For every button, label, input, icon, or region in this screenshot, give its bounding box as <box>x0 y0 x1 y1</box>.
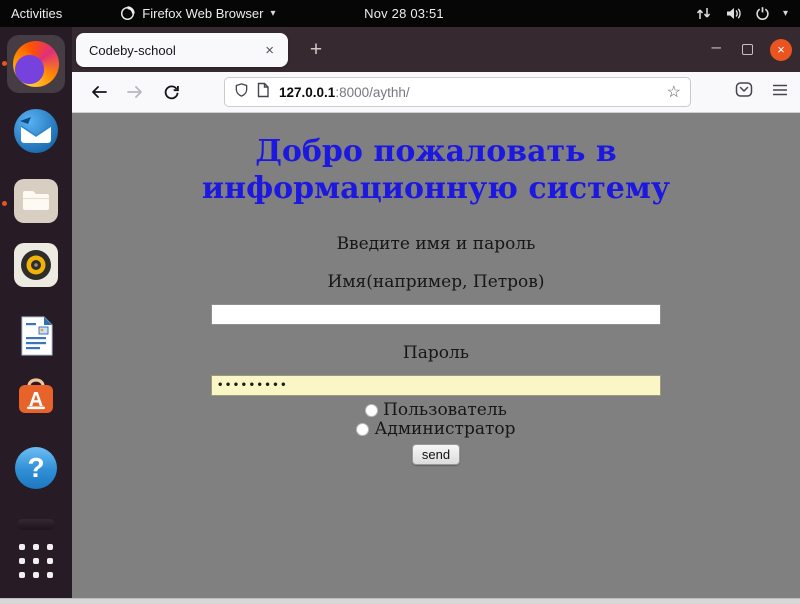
clock[interactable]: Nov 28 03:51 <box>364 6 444 21</box>
dock-item-ubuntu-software[interactable]: A <box>12 376 60 424</box>
new-tab-button[interactable]: + <box>302 36 330 64</box>
admin-radio-label: Администратор <box>374 419 515 439</box>
tab-close-icon[interactable]: × <box>261 41 278 60</box>
page-content: Добро пожаловать в информационную систем… <box>72 113 800 598</box>
system-tray[interactable]: ▾ <box>695 0 800 27</box>
url-path: :8000/aythh/ <box>335 85 409 100</box>
chevron-down-icon: ▾ <box>783 8 788 19</box>
password-label: Пароль <box>72 343 800 363</box>
firefox-window: Codeby-school × + – × <box>72 27 800 598</box>
user-radio[interactable] <box>365 404 378 417</box>
page-info-icon[interactable] <box>256 82 270 103</box>
window-controls: – × <box>708 27 792 72</box>
name-label: Имя(например, Петров) <box>72 272 800 292</box>
firefox-running-dot <box>2 61 7 66</box>
subtitle-text: Введите имя и пароль <box>72 234 800 254</box>
dock-item-rhythmbox[interactable] <box>12 243 60 291</box>
radio-option-user[interactable]: Пользователь <box>72 401 800 420</box>
files-icon <box>13 178 59 229</box>
dock-item-help[interactable]: ? <box>12 446 60 494</box>
reload-button[interactable] <box>158 79 184 105</box>
tab-codeby-school[interactable]: Codeby-school × <box>76 33 288 67</box>
network-icon <box>695 6 712 21</box>
top-bar: Activities Firefox Web Browser ▾ Nov 28 … <box>0 0 800 27</box>
power-icon <box>755 6 770 21</box>
desktop-bottom-edge <box>0 598 800 604</box>
app-menu-button[interactable]: Firefox Web Browser ▾ <box>120 6 275 21</box>
radio-option-admin[interactable]: Администратор <box>72 420 800 439</box>
tab-title: Codeby-school <box>89 43 261 58</box>
tracking-shield-icon[interactable] <box>234 82 249 103</box>
rhythmbox-icon <box>13 242 59 293</box>
dock-item-libreoffice-writer[interactable] <box>12 314 60 362</box>
restore-button[interactable] <box>742 44 753 55</box>
dock-item-files[interactable] <box>12 179 60 227</box>
files-running-dot <box>2 201 7 206</box>
pocket-icon[interactable] <box>735 81 753 103</box>
name-input[interactable] <box>211 304 661 325</box>
firefox-icon <box>13 41 59 87</box>
minimize-button[interactable]: – <box>708 42 725 58</box>
user-radio-label: Пользователь <box>383 400 507 420</box>
show-apps-button[interactable] <box>12 541 60 581</box>
bookmark-star-icon[interactable]: ☆ <box>667 82 681 102</box>
dock-item-thunderbird[interactable] <box>12 109 60 157</box>
forward-button[interactable] <box>122 79 148 105</box>
desktop: Activities Firefox Web Browser ▾ Nov 28 … <box>0 0 800 604</box>
thunderbird-icon <box>13 108 59 159</box>
password-input[interactable] <box>211 375 661 396</box>
back-button[interactable] <box>86 79 112 105</box>
ubuntu-software-icon: A <box>13 375 59 426</box>
dock-item-firefox[interactable] <box>12 40 60 88</box>
svg-text:?: ? <box>27 452 44 483</box>
libreoffice-writer-icon <box>13 313 59 364</box>
navigation-toolbar: 127.0.0.1:8000/aythh/ ☆ <box>72 72 800 113</box>
menu-hamburger-icon[interactable] <box>772 83 788 102</box>
url-bar[interactable]: 127.0.0.1:8000/aythh/ ☆ <box>224 77 691 107</box>
close-button[interactable]: × <box>770 39 792 61</box>
help-icon: ? <box>13 445 59 496</box>
app-grid-icon <box>19 544 53 578</box>
admin-radio[interactable] <box>356 423 369 436</box>
url-host: 127.0.0.1 <box>279 85 335 100</box>
activities-button[interactable]: Activities <box>0 6 78 21</box>
send-button[interactable]: send <box>412 444 460 465</box>
chevron-down-icon: ▾ <box>270 8 275 19</box>
role-radio-group: Пользователь Администратор <box>72 401 800 439</box>
tab-bar: Codeby-school × + – × <box>72 27 800 72</box>
page-title: Добро пожаловать в информационную систем… <box>116 133 756 207</box>
volume-icon <box>725 6 742 21</box>
url-text: 127.0.0.1:8000/aythh/ <box>279 85 410 100</box>
firefox-menu-icon <box>120 6 135 21</box>
dock-item-trash[interactable] <box>12 517 60 531</box>
dock: A ? <box>0 27 72 598</box>
trash-icon <box>17 519 55 530</box>
app-menu-label: Firefox Web Browser <box>142 6 263 21</box>
